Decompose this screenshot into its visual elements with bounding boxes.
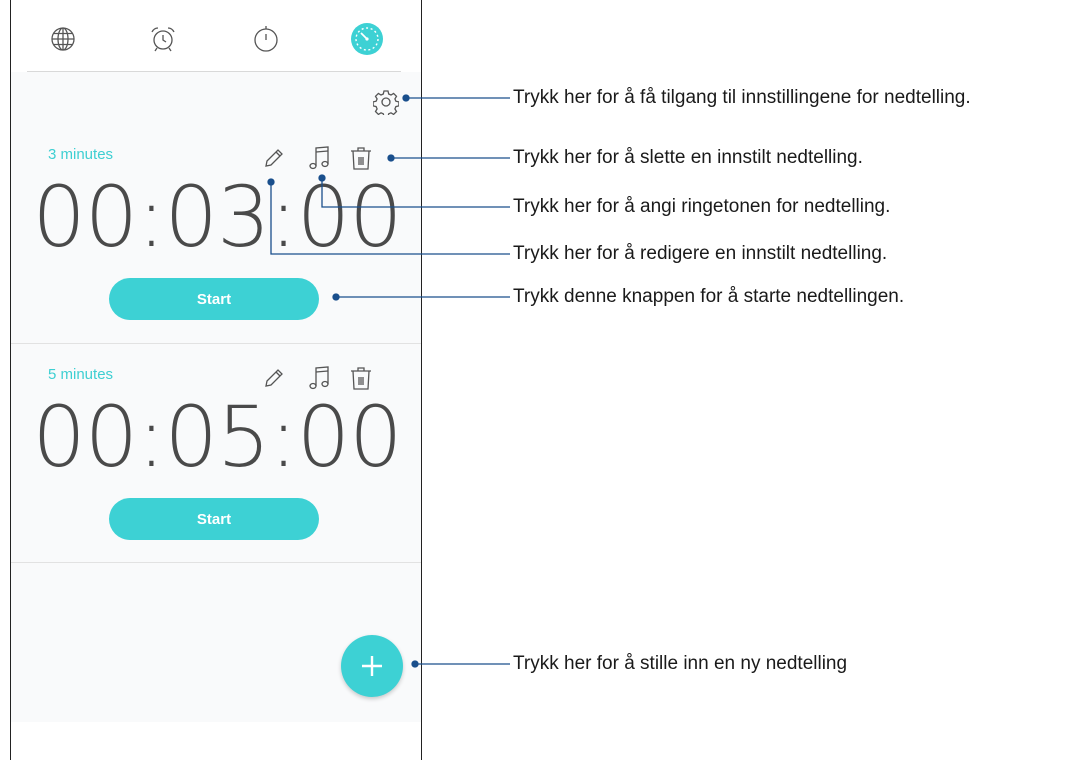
card-divider bbox=[11, 562, 421, 563]
start-button[interactable]: Start bbox=[109, 278, 319, 320]
settings-button[interactable] bbox=[371, 87, 401, 117]
pencil-icon bbox=[265, 369, 283, 387]
timer-icon bbox=[351, 23, 383, 55]
stopwatch-icon bbox=[254, 26, 278, 52]
start-button[interactable]: Start bbox=[109, 498, 319, 540]
tab-alarm[interactable] bbox=[145, 21, 181, 57]
tab-bar bbox=[11, 0, 421, 72]
callout-settings: Trykk her for å få tilgang til innstilli… bbox=[513, 87, 971, 108]
card-divider bbox=[11, 343, 421, 344]
timer-display: 00:03:00 bbox=[32, 168, 402, 266]
pencil-icon bbox=[265, 149, 283, 167]
phone-screen: 3 minutes 00:03:00 Start 5 minutes 00:05… bbox=[10, 0, 422, 760]
globe-icon bbox=[51, 27, 75, 51]
tab-stopwatch[interactable] bbox=[248, 21, 284, 57]
gear-icon bbox=[373, 90, 399, 115]
alarm-clock-icon bbox=[151, 27, 175, 52]
plus-icon bbox=[362, 656, 382, 676]
timer-label: 3 minutes bbox=[48, 146, 114, 163]
callout-start: Trykk denne knappen for å starte nedtell… bbox=[513, 286, 905, 307]
callout-edit: Trykk her for å redigere en innstilt ned… bbox=[513, 243, 888, 264]
callout-add: Trykk her for å stille inn en ny nedtell… bbox=[513, 653, 848, 674]
timer-label: 5 minutes bbox=[48, 366, 114, 383]
timer-display: 00:05:00 bbox=[32, 388, 402, 486]
callout-delete: Trykk her for å slette en innstilt nedte… bbox=[513, 147, 863, 168]
callout-ringtone: Trykk her for å angi ringetonen for nedt… bbox=[513, 196, 891, 217]
tab-divider bbox=[27, 71, 401, 72]
tab-world-clock[interactable] bbox=[45, 21, 81, 57]
add-timer-button[interactable] bbox=[341, 635, 403, 697]
tab-timer[interactable] bbox=[349, 21, 385, 57]
